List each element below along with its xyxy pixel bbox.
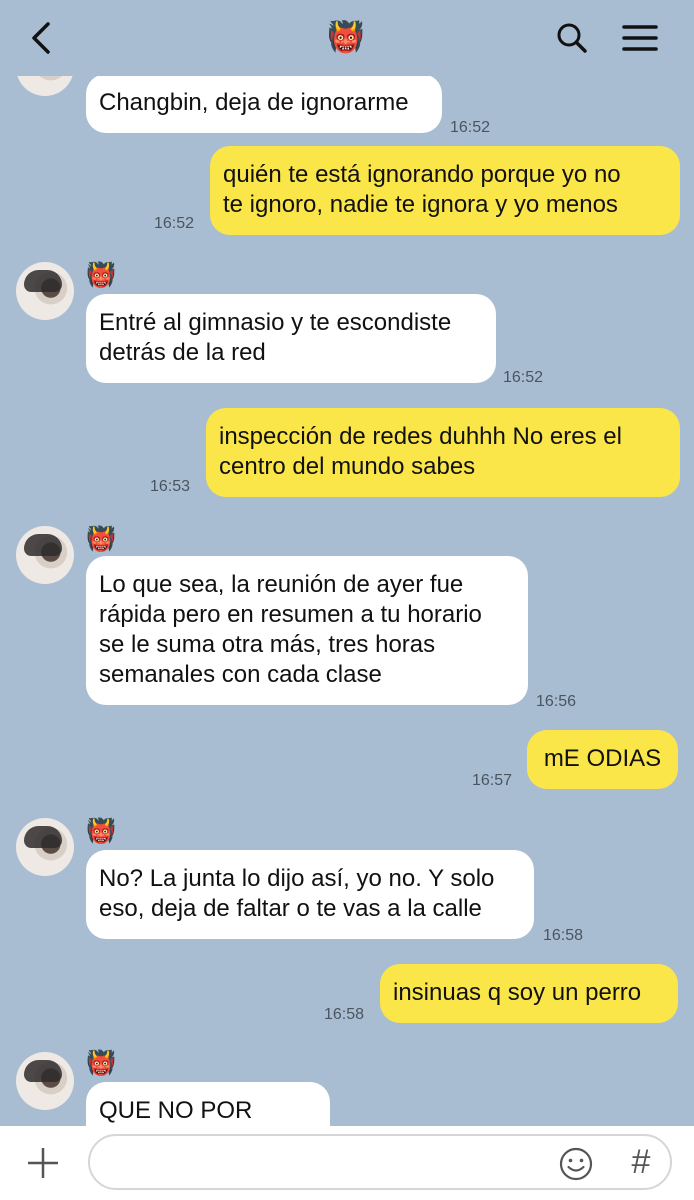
search-icon — [557, 23, 587, 53]
message-timestamp: 16:57 — [472, 772, 513, 789]
message-timestamp: 16:52 — [503, 369, 544, 386]
emoji-button[interactable] — [558, 1146, 594, 1182]
message-timestamp: 16:52 — [450, 119, 491, 136]
smiley-icon — [559, 1147, 593, 1181]
sender-emoji-icon: 👹 — [86, 526, 116, 553]
message-bubble-outgoing[interactable]: mE ODIAS — [527, 730, 678, 789]
sender-emoji-icon: 👹 — [86, 1050, 116, 1077]
message-bubble-outgoing[interactable]: insinuas q soy un perro — [380, 964, 678, 1023]
message-timestamp: 16:52 — [154, 215, 195, 232]
avatar[interactable] — [16, 262, 74, 320]
attach-button[interactable] — [24, 1144, 62, 1182]
message-bubble-incoming[interactable]: Lo que sea, la reunión de ayer fue rápid… — [86, 556, 528, 705]
chat-title-emoji: 👹 — [327, 21, 365, 54]
avatar[interactable] — [16, 1052, 74, 1110]
message-composer: # — [0, 1126, 694, 1200]
chevron-left-icon — [32, 22, 50, 54]
message-bubble-outgoing[interactable]: quién te está ignorando porque yo no te … — [210, 146, 680, 235]
chat-header: 👹 — [0, 0, 694, 76]
hashtag-button[interactable]: # — [624, 1141, 658, 1183]
message-bubble-incoming[interactable]: No? La junta lo dijo así, yo no. Y solo … — [86, 850, 534, 939]
chat-messages[interactable]: Changbin, deja de ignorarme 16:52 quién … — [0, 0, 694, 1126]
sender-emoji-icon: 👹 — [86, 818, 116, 845]
message-bubble-outgoing[interactable]: inspección de redes duhhh No eres el cen… — [206, 408, 680, 497]
message-bubble-incoming[interactable]: Entré al gimnasio y te escondiste detrás… — [86, 294, 496, 383]
sender-emoji-icon: 👹 — [86, 262, 116, 289]
search-button[interactable] — [552, 18, 592, 58]
message-input-field[interactable]: # — [88, 1134, 672, 1190]
message-input[interactable] — [106, 1146, 550, 1182]
menu-button[interactable] — [618, 18, 662, 58]
avatar[interactable] — [16, 818, 74, 876]
back-button[interactable] — [22, 18, 62, 58]
plus-icon — [28, 1148, 58, 1178]
message-bubble-incoming[interactable]: Changbin, deja de ignorarme — [86, 74, 442, 133]
message-bubble-incoming[interactable]: QUE NO POR DIOS — [86, 1082, 330, 1126]
message-timestamp: 16:58 — [324, 1006, 365, 1023]
message-timestamp: 16:56 — [536, 693, 577, 710]
avatar[interactable] — [16, 526, 74, 584]
message-timestamp: 16:53 — [150, 478, 191, 495]
menu-icon — [622, 25, 658, 51]
message-timestamp: 16:58 — [543, 927, 584, 944]
